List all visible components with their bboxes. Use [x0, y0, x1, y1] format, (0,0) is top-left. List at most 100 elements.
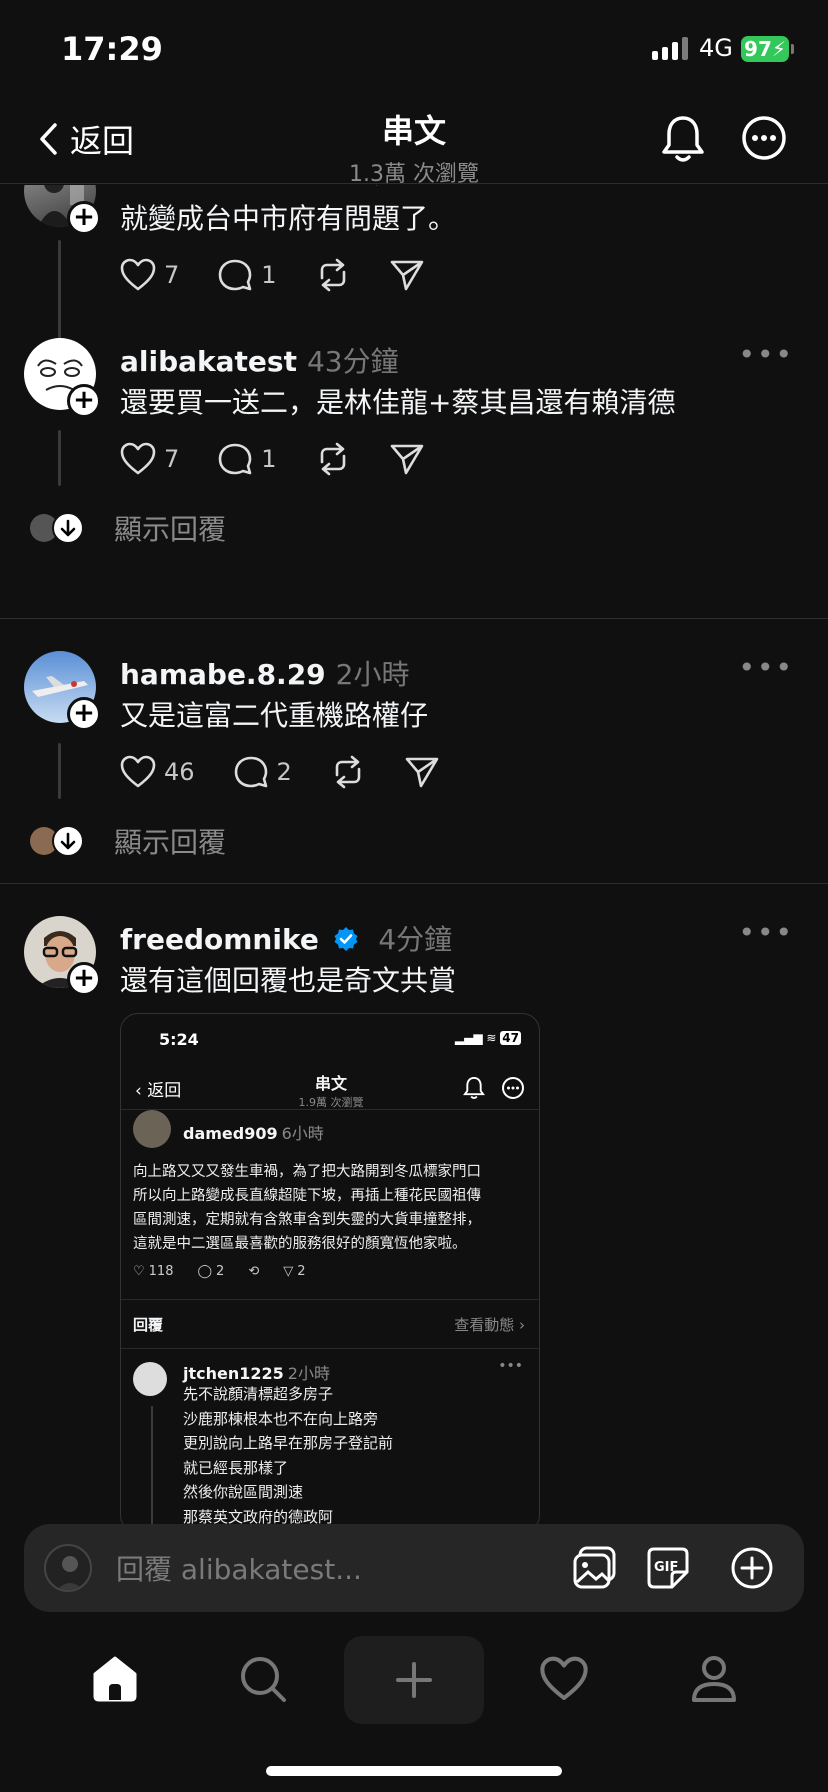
repost-button[interactable]: [315, 258, 351, 292]
embedded-shares: ▽ 2: [283, 1264, 306, 1279]
thread-line: [58, 430, 61, 486]
signal-icon: [652, 36, 688, 60]
like-button[interactable]: 7: [120, 258, 179, 292]
post-actions: 7 1: [120, 442, 463, 476]
share-button[interactable]: [389, 258, 425, 292]
home-indicator: [266, 1766, 562, 1776]
post-menu-button[interactable]: •••: [738, 916, 794, 949]
show-replies-label: 顯示回覆: [114, 513, 227, 546]
reply-count: 1: [261, 445, 277, 473]
tab-new-thread[interactable]: [344, 1636, 484, 1724]
profile-icon: [692, 1656, 736, 1702]
post-menu-button[interactable]: •••: [738, 651, 794, 684]
heart-icon: [120, 258, 156, 291]
top-nav: 返回 串文 1.3萬 次瀏覽: [0, 96, 828, 187]
thread-feed[interactable]: + 如果市長還是林佳龍， 就變成台中市府有問題了。 7 1 +: [0, 185, 828, 1525]
like-count: 7: [164, 445, 180, 473]
gif-icon: GIF: [647, 1547, 689, 1589]
photo-button[interactable]: [572, 1546, 618, 1594]
more-options-button[interactable]: [740, 114, 788, 166]
embedded-username-row: damed909 6小時: [183, 1120, 324, 1144]
tab-search[interactable]: [218, 1636, 308, 1722]
comment-button[interactable]: 2: [233, 755, 292, 789]
plus-icon: [396, 1662, 432, 1698]
post-time: 2小時: [335, 658, 410, 691]
attached-screenshot-image[interactable]: 5:24 ▂▄▆ ≋ 47 ‹ 返回 串文 1.9萬 次瀏覽 damed909 6…: [120, 1013, 540, 1525]
comment-button[interactable]: 1: [217, 442, 277, 476]
verified-badge-icon: [334, 927, 358, 951]
post-actions: 7 1: [120, 258, 463, 292]
post-text: 還要買一送二，是林佳龍+蔡其昌還有賴清德: [120, 386, 676, 419]
show-replies-label: 顯示回覆: [114, 826, 227, 859]
embedded-activity-label: 查看動態 ›: [454, 1316, 525, 1334]
status-time: 17:29: [61, 30, 163, 68]
reply-count: 1: [261, 261, 277, 289]
svg-text:GIF: GIF: [654, 1560, 678, 1575]
battery-icon: 97 ⚡: [741, 36, 789, 62]
reply-input-placeholder[interactable]: 回覆 alibakatest...: [116, 1548, 362, 1588]
post-text: 如果市長還是林佳龍， 就變成台中市府有問題了。: [120, 185, 457, 235]
tab-home[interactable]: [70, 1636, 160, 1722]
repost-button[interactable]: [330, 755, 366, 789]
follow-plus-button[interactable]: +: [67, 962, 101, 996]
heart-icon: [120, 755, 156, 788]
add-more-button[interactable]: [730, 1546, 774, 1594]
plus-circle-icon: [731, 1547, 773, 1589]
my-avatar: [44, 1544, 92, 1592]
comment-icon: [234, 756, 267, 788]
repost-icon: [320, 258, 345, 292]
post-menu-button[interactable]: •••: [738, 338, 794, 371]
embedded-reply-count: 2: [216, 1264, 225, 1279]
post-text: 又是這富二代重機路權仔: [120, 699, 429, 732]
embedded-thread-line: [151, 1406, 153, 1525]
more-circle-icon: [742, 116, 786, 160]
post-time: 4分鐘: [378, 923, 453, 956]
tab-profile[interactable]: [669, 1636, 759, 1722]
repost-button[interactable]: [315, 442, 351, 476]
embedded-reply-avatar: [133, 1362, 167, 1396]
embedded-reply-label: 回覆: [133, 1316, 164, 1334]
comment-icon: [218, 443, 252, 475]
network-type: 4G: [699, 34, 733, 62]
post-time: 43分鐘: [306, 345, 399, 378]
comment-button[interactable]: 1: [217, 258, 277, 292]
like-button[interactable]: 7: [120, 442, 179, 476]
notification-button[interactable]: [660, 114, 706, 168]
username[interactable]: freedomnike: [120, 923, 319, 956]
embedded-like-count: 118: [148, 1264, 174, 1279]
embedded-likes: ♡ 118: [133, 1264, 174, 1279]
embedded-share-count: 2: [297, 1264, 306, 1279]
arrow-down-icon: [52, 825, 84, 857]
repost-icon: [335, 755, 361, 789]
show-replies-button[interactable]: 顯示回覆: [30, 821, 226, 861]
send-icon: [390, 444, 423, 475]
embedded-avatar: [133, 1110, 171, 1148]
embedded-header: ‹ 返回 串文 1.9萬 次瀏覽: [121, 1066, 539, 1110]
heart-icon: [540, 1656, 588, 1700]
embedded-bell-icon: [463, 1076, 485, 1099]
follow-plus-button[interactable]: +: [67, 201, 101, 235]
repost-icon: [320, 442, 345, 476]
share-button[interactable]: [404, 755, 440, 789]
embedded-repost: ⟲: [248, 1264, 260, 1279]
embedded-more-icon: [502, 1077, 524, 1099]
post-actions: 46 2: [120, 755, 478, 789]
gif-button[interactable]: GIF: [646, 1546, 690, 1594]
show-replies-button[interactable]: 顯示回覆: [30, 508, 226, 548]
status-bar: 17:29 4G 97 ⚡: [0, 0, 828, 96]
embedded-actions: ♡ 118 ◯ 2 ⟲ ▽ 2: [133, 1264, 306, 1279]
tab-activity[interactable]: [519, 1636, 609, 1722]
bell-icon: [662, 116, 704, 162]
embedded-battery: 47: [500, 1031, 521, 1045]
follow-plus-button[interactable]: +: [67, 697, 101, 731]
divider: [0, 883, 828, 884]
username[interactable]: alibakatest: [120, 345, 297, 378]
embedded-replies: ◯ 2: [197, 1264, 225, 1279]
embedded-reply-bar: 回覆 查看動態 ›: [121, 1299, 539, 1349]
follow-plus-button[interactable]: +: [67, 384, 101, 418]
share-button[interactable]: [389, 442, 425, 476]
like-button[interactable]: 46: [120, 755, 195, 789]
like-count: 7: [164, 261, 180, 289]
username[interactable]: hamabe.8.29: [120, 658, 326, 691]
reply-composer[interactable]: 回覆 alibakatest... GIF: [24, 1524, 804, 1612]
